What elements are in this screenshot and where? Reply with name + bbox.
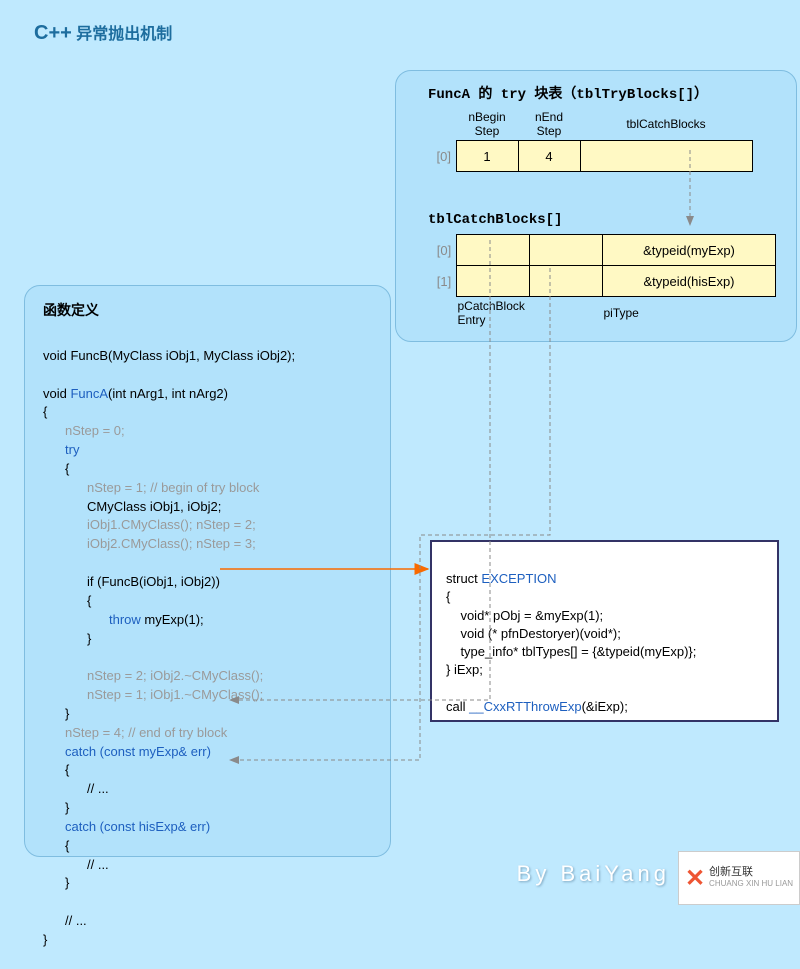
exception-struct-panel: struct EXCEPTION { void* pObj = &myExp(1… — [430, 540, 779, 722]
code-block: void FuncB(MyClass iObj1, MyClass iObj2)… — [43, 328, 390, 969]
author-credit: By BaiYang — [517, 861, 670, 887]
catch-table-title: tblCatchBlocks[] — [428, 212, 786, 228]
logo-icon: ✕ — [685, 864, 705, 893]
table-row: [0] 1 4 — [432, 141, 752, 172]
try-blocks-table: nBegin Step nEnd Step tblCatchBlocks [0]… — [432, 109, 753, 172]
try-table-title: FuncA 的 try 块表（tblTryBlocks[]） — [428, 83, 786, 103]
logo: ✕ 创新互联CHUANG XIN HU LIAN — [678, 851, 800, 905]
try-table-panel: FuncA 的 try 块表（tblTryBlocks[]） nBegin St… — [395, 70, 797, 342]
table-row: [1] &typeid(hisExp) — [432, 266, 776, 297]
function-def-panel: 函数定义 void FuncB(MyClass iObj1, MyClass i… — [24, 285, 391, 857]
exception-code: struct EXCEPTION { void* pObj = &myExp(1… — [446, 552, 777, 734]
func-def-title: 函数定义 — [43, 300, 390, 320]
table-row: [0] &typeid(myExp) — [432, 235, 776, 266]
catch-blocks-table: [0] &typeid(myExp) [1] &typeid(hisExp) p… — [432, 234, 776, 328]
page-title: C++ 异常抛出机制 — [34, 20, 172, 45]
